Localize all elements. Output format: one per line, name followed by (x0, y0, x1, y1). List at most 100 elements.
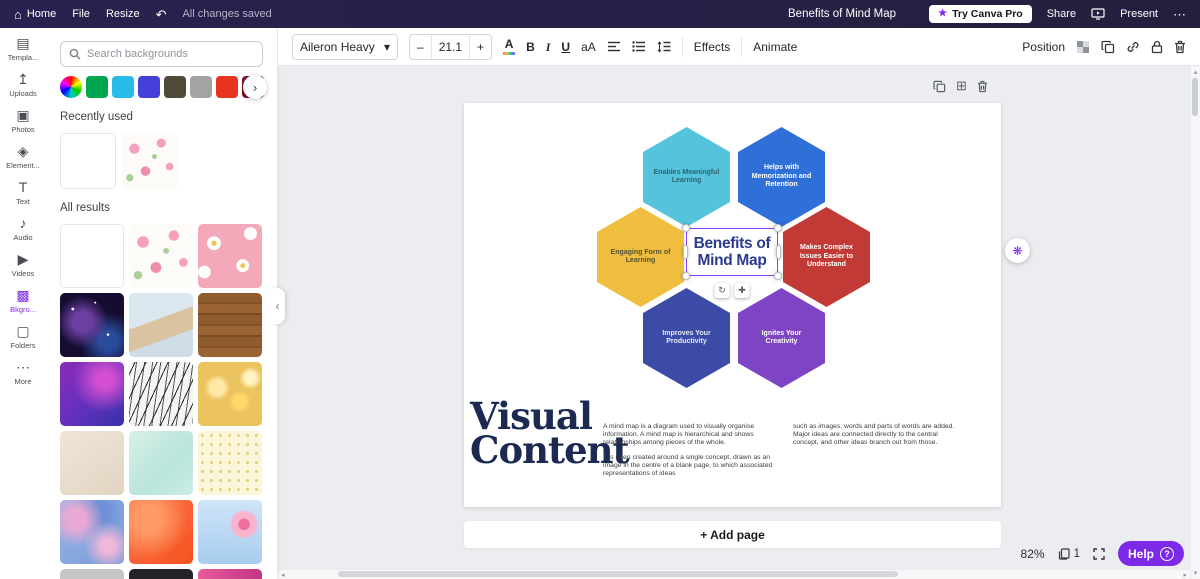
add-page-icon[interactable]: ⊞ (956, 78, 967, 94)
scroll-right-icon[interactable]: ▸ (1183, 571, 1187, 579)
decrease-font-size-button[interactable]: – (410, 35, 431, 59)
background-thumbnail-blue-pink-marble[interactable] (60, 500, 124, 564)
hexagon-engaging-form[interactable]: Engaging Form of Learning (597, 207, 684, 307)
color-swatch-olive[interactable] (164, 76, 186, 98)
add-page-button[interactable]: + Add page (464, 521, 1001, 548)
duplicate-page-button[interactable] (933, 80, 946, 93)
background-thumbnail-pink-floral[interactable] (122, 133, 178, 189)
text-align-button[interactable] (607, 41, 621, 53)
font-family-select[interactable]: Aileron Heavy ▾ (292, 34, 398, 60)
move-handle[interactable]: ✚ (735, 283, 750, 298)
text-color-button[interactable]: A (503, 38, 515, 55)
background-thumbnail-pink-flower-sky[interactable] (198, 500, 262, 564)
hexagon-creativity[interactable]: Ignites Your Creativity (738, 288, 825, 388)
assistant-bubble-button[interactable]: ❋ (1005, 238, 1030, 263)
more-options-button[interactable]: ⋯ (1173, 8, 1186, 21)
background-thumbnail-orange-gradient[interactable] (129, 500, 193, 564)
document-title[interactable]: Benefits of Mind Map (788, 0, 896, 28)
selected-text-element[interactable]: Benefits of Mind Map ↻ ✚ (686, 228, 778, 276)
color-wheel-swatch[interactable] (60, 76, 82, 98)
sidebar-item-folders[interactable]: ▢ Folders (0, 323, 46, 350)
copy-style-button[interactable] (1101, 40, 1115, 54)
horizontal-scrollbar-thumb[interactable] (338, 571, 898, 577)
background-thumbnail-yellow-dots[interactable] (198, 431, 262, 495)
body-text-column-2[interactable]: such as images, words and parts of words… (793, 423, 965, 446)
background-thumbnail-gray-texture[interactable] (60, 569, 124, 579)
page-indicator[interactable]: 1 (1058, 548, 1080, 560)
hexagon-memorization-retention[interactable]: Helps with Memorization and Retention (738, 127, 825, 227)
background-thumbnail-purple-space[interactable] (60, 293, 124, 357)
collapse-panel-button[interactable]: ‹ (270, 288, 285, 324)
body-text-column-1[interactable]: A mind map is a diagram used to visually… (603, 423, 775, 478)
background-thumbnail-golden-bokeh[interactable] (198, 362, 262, 426)
background-thumbnail-plain-white[interactable] (60, 133, 116, 189)
sidebar-item-backgrounds[interactable]: ▩ Bkgro... (0, 287, 46, 314)
italic-button[interactable]: I (546, 41, 551, 53)
selection-handle-top-right[interactable] (774, 224, 782, 232)
background-thumbnail-dark-texture[interactable] (129, 569, 193, 579)
vertical-scrollbar-thumb[interactable] (1192, 78, 1198, 116)
center-title[interactable]: Benefits of Mind Map (686, 228, 778, 276)
selection-handle-left[interactable] (683, 245, 688, 259)
selection-handle-top-left[interactable] (682, 224, 690, 232)
font-size-value[interactable]: 21.1 (431, 35, 470, 59)
effects-button[interactable]: Effects (694, 40, 730, 54)
bold-button[interactable]: B (526, 41, 535, 53)
text-case-button[interactable]: aA (581, 41, 596, 53)
background-thumbnail-pink-gradient[interactable] (198, 569, 262, 579)
home-button[interactable]: ⌂ Home (14, 8, 56, 21)
scroll-up-icon[interactable]: ▴ (1194, 68, 1198, 76)
zoom-level[interactable]: 82% (1021, 547, 1045, 561)
swatch-scroll-right-button[interactable]: › (243, 75, 267, 99)
sidebar-item-uploads[interactable]: ↥ Uploads (0, 71, 46, 98)
sidebar-item-templates[interactable]: ▤ Templa... (0, 35, 46, 62)
help-button[interactable]: Help ? (1118, 541, 1184, 566)
selection-handle-bottom-right[interactable] (774, 272, 782, 280)
lock-button[interactable] (1151, 40, 1163, 54)
color-swatch-red[interactable] (216, 76, 238, 98)
background-thumbnail-plain-white[interactable] (60, 224, 124, 288)
background-thumbnail-beige-texture[interactable] (60, 431, 124, 495)
background-thumbnail-pink-daisies[interactable] (198, 224, 262, 288)
link-button[interactable] (1126, 40, 1140, 54)
sidebar-item-elements[interactable]: ◈ Element... (0, 143, 46, 170)
background-thumbnail-purple-galaxy[interactable] (60, 362, 124, 426)
increase-font-size-button[interactable]: + (470, 35, 491, 59)
vertical-scrollbar[interactable]: ▴ ▾ (1190, 66, 1200, 579)
color-swatch-green[interactable] (86, 76, 108, 98)
sidebar-item-videos[interactable]: ▶ Videos (0, 251, 46, 278)
color-swatch-indigo[interactable] (138, 76, 160, 98)
hexagon-productivity[interactable]: Improves Your Productivity (643, 288, 730, 388)
underline-button[interactable]: U (561, 41, 570, 53)
scroll-left-icon[interactable]: ◂ (281, 571, 285, 579)
bullet-list-button[interactable] (632, 41, 646, 53)
background-thumbnail-mint-watercolor[interactable] (129, 431, 193, 495)
position-button[interactable]: Position (1022, 40, 1065, 54)
sidebar-item-more[interactable]: ⋯ More (0, 359, 46, 386)
rotate-handle[interactable]: ↻ (715, 283, 730, 298)
search-box[interactable] (60, 41, 263, 67)
scroll-down-icon[interactable]: ▾ (1194, 569, 1198, 577)
sidebar-item-text[interactable]: T Text (0, 179, 46, 206)
share-button[interactable]: Share (1047, 8, 1076, 20)
delete-page-button[interactable] (977, 80, 988, 93)
selection-handle-right[interactable] (776, 245, 781, 259)
try-canva-pro-button[interactable]: ★ Try Canva Pro (929, 5, 1032, 23)
background-thumbnail-geometric-room[interactable] (129, 293, 193, 357)
search-input[interactable] (87, 48, 254, 60)
resize-button[interactable]: Resize (106, 8, 140, 20)
animate-button[interactable]: Animate (753, 40, 797, 54)
background-thumbnail-pencil-scribble[interactable] (129, 362, 193, 426)
design-page[interactable]: Enables Meaningful Learning Helps with M… (464, 103, 1001, 507)
hexagon-enables-meaningful-learning[interactable]: Enables Meaningful Learning (643, 127, 730, 227)
file-menu[interactable]: File (72, 8, 90, 20)
undo-button[interactable]: ↶ (156, 8, 167, 21)
sidebar-item-photos[interactable]: ▣ Photos (0, 107, 46, 134)
fullscreen-button[interactable] (1093, 548, 1105, 560)
background-thumbnail-pink-floral[interactable] (129, 224, 193, 288)
transparency-button[interactable] (1076, 40, 1090, 54)
hexagon-complex-issues[interactable]: Makes Complex Issues Easier to Understan… (783, 207, 870, 307)
color-swatch-cyan[interactable] (112, 76, 134, 98)
background-thumbnail-wood-planks[interactable] (198, 293, 262, 357)
selection-handle-bottom-left[interactable] (682, 272, 690, 280)
